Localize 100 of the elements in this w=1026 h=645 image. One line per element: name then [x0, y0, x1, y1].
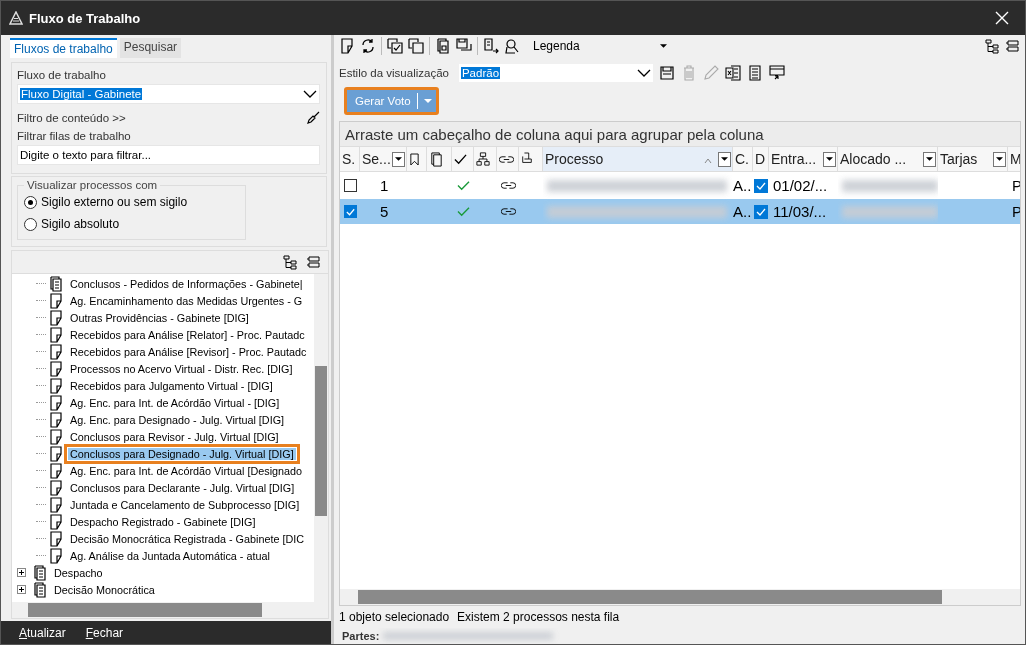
footer-button[interactable]: Fechar	[85, 625, 124, 640]
document-icon	[48, 479, 64, 496]
legend-dropdown[interactable]: Legenda	[533, 39, 667, 53]
column-header[interactable]: Processo	[543, 147, 733, 171]
horizontal-scrollbar[interactable]	[340, 589, 1020, 605]
tree-item[interactable]: Despacho Registrado - Gabinete [DIG]	[68, 515, 258, 528]
tree-item[interactable]: Conclusos para Revisor - Julg. Virtual [DIG]	[68, 430, 281, 443]
tree-item[interactable]: Juntada e Cancelamento de Subprocesso [DIG]	[68, 498, 302, 511]
caret-icon[interactable]	[659, 44, 667, 48]
stacked-pages-icon[interactable]	[429, 151, 444, 167]
tree-item[interactable]: Recebidos para Análise [Relator] - Proc. Pautadc	[68, 328, 307, 341]
chevron-down-icon[interactable]	[636, 69, 651, 77]
export-icon[interactable]	[483, 38, 499, 54]
list-view-icon[interactable]	[1005, 38, 1021, 54]
column-header[interactable]: S.	[340, 147, 360, 171]
caret-icon[interactable]	[395, 157, 402, 161]
window-export-icon[interactable]	[768, 65, 785, 81]
document-icon	[48, 377, 64, 394]
tree-item[interactable]: Ag. Enc. para Int. de Acórdão Virtual [Designado	[68, 464, 305, 477]
tree-item[interactable]: Outras Providências - Gabinete [DIG]	[68, 311, 251, 324]
refresh-icon[interactable]	[360, 38, 376, 54]
app-logo-icon	[9, 11, 23, 25]
link-icon[interactable]	[499, 154, 514, 164]
column-header[interactable]	[407, 147, 427, 171]
tree-item[interactable]: Ag. Enc. para Designado - Julg. Virtual [DIG]	[68, 413, 287, 426]
close-icon[interactable]	[995, 11, 1009, 25]
footer-button[interactable]: Atualizar	[19, 625, 66, 640]
radio-option[interactable]: Sigilo externo ou sem sigilo	[24, 191, 239, 213]
document-icon	[48, 513, 64, 530]
expand-icon[interactable]	[17, 585, 26, 594]
stacked-pages-icon[interactable]	[435, 38, 451, 54]
caret-icon[interactable]	[926, 157, 933, 161]
list-view-icon[interactable]	[306, 254, 322, 270]
column-header[interactable]: C.	[733, 147, 753, 171]
queue-filter-field[interactable]: Digite o texto para filtrar...	[17, 145, 320, 165]
table-cell: A..	[733, 203, 752, 220]
parties-label: Partes:	[342, 630, 380, 642]
save-pages-icon[interactable]	[456, 38, 472, 54]
column-header[interactable]: Entra...	[769, 147, 838, 171]
row-checkbox[interactable]	[343, 205, 357, 218]
tree-view-icon[interactable]	[984, 38, 1000, 54]
tree-item[interactable]: Recebidos para Julgamento Virtual - [DIG]	[68, 379, 275, 392]
caret-icon[interactable]	[826, 157, 833, 161]
table-cell: 11/03/...	[773, 203, 827, 220]
expand-icon[interactable]	[17, 568, 26, 577]
column-header[interactable]	[474, 147, 497, 171]
filter-button[interactable]	[718, 151, 731, 167]
caret-icon[interactable]	[996, 157, 1003, 161]
tree-item[interactable]: Processos no Acervo Virtual - Distr. Rec. [DIG]	[68, 362, 295, 375]
filter-button[interactable]	[993, 151, 1006, 167]
workflow-dropdown[interactable]: Fluxo Digital - Gabinete	[17, 84, 320, 104]
spreadsheet-icon[interactable]	[724, 65, 741, 81]
view-style-dropdown[interactable]: Padrão	[458, 64, 653, 82]
stacked-pages-icon	[32, 581, 48, 598]
column-header[interactable]	[497, 147, 519, 171]
vertical-scrollbar[interactable]	[314, 274, 328, 602]
search-document-icon[interactable]	[504, 38, 520, 54]
content-filter-link[interactable]: Filtro de conteúdo >>	[17, 112, 126, 124]
caret-icon[interactable]	[721, 157, 728, 161]
filter-button[interactable]	[823, 151, 836, 167]
document-icon	[48, 496, 64, 513]
tree-item[interactable]: Recebidos para Análise [Revisor] - Proc. Pautadc	[68, 345, 309, 358]
tree-item[interactable]: Ag. Encaminhamento das Medidas Urgentes - G	[68, 294, 305, 307]
document-list-icon[interactable]	[746, 65, 763, 81]
tree-item[interactable]: Conclusos - Pedidos de Informações - Gabinete|	[68, 277, 305, 290]
copy-icon[interactable]	[408, 38, 424, 54]
tree-view-icon[interactable]	[282, 254, 298, 270]
panel-tab[interactable]: Pesquisar	[119, 38, 182, 58]
radio-option[interactable]: Sigilo absoluto	[24, 213, 239, 235]
document-icon	[48, 530, 64, 547]
document-icon	[48, 292, 64, 309]
column-header[interactable]	[452, 147, 474, 171]
new-document-icon[interactable]	[339, 38, 355, 54]
save-icon[interactable]	[658, 65, 675, 81]
tree-item[interactable]: Ag. Enc. para Int. de Acórdão Virtual - [DIG]	[68, 396, 282, 409]
horizontal-scrollbar[interactable]	[12, 602, 328, 618]
tree-item[interactable]: Despacho	[52, 566, 105, 579]
column-header[interactable]: Se...	[360, 147, 407, 171]
document-icon	[48, 547, 64, 564]
column-header[interactable]: M	[1008, 147, 1020, 171]
filter-button[interactable]	[392, 151, 405, 167]
brush-icon[interactable]	[306, 111, 320, 125]
tree-item[interactable]: Conclusos para Declarante - Julg. Virtual [DIG]	[68, 481, 297, 494]
tree-item[interactable]: Decisão Monocrática Registrada - Gabinete [DIC	[68, 532, 307, 545]
tree-item[interactable]: Decisão Monocrática	[52, 583, 157, 596]
filter-button[interactable]	[923, 151, 936, 167]
check-icon[interactable]	[454, 152, 467, 166]
column-header[interactable]: Alocado ...	[838, 147, 938, 171]
document-icon[interactable]	[521, 152, 533, 166]
check-pages-icon[interactable]	[387, 38, 403, 54]
chevron-down-icon[interactable]	[303, 90, 317, 98]
table-cell-text: 5	[379, 203, 389, 220]
panel-tab[interactable]: Fluxos de trabalho	[10, 38, 117, 58]
bookmark-icon[interactable]	[409, 152, 420, 166]
row-checkbox[interactable]	[343, 179, 357, 192]
field-label: Estilo da visualização	[339, 67, 449, 79]
hierarchy-icon[interactable]	[476, 152, 490, 166]
column-header[interactable]: D	[753, 147, 769, 171]
tree-item[interactable]: Ag. Análise da Juntada Automática - atual	[68, 549, 272, 562]
column-header[interactable]: Tarjas	[938, 147, 1008, 171]
